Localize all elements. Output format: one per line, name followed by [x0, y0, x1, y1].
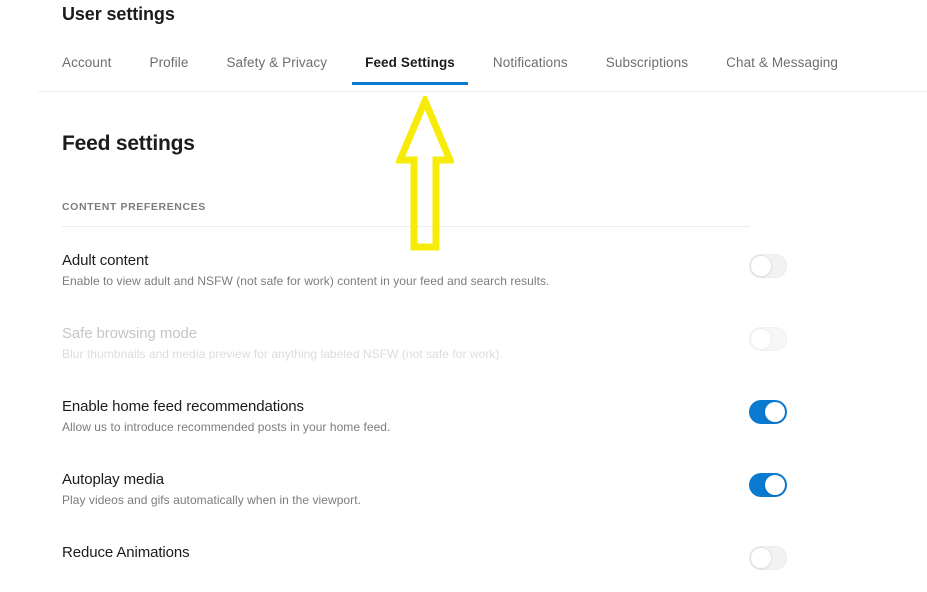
settings-panel: Feed settings CONTENT PREFERENCES Adult …	[62, 92, 862, 592]
setting-row-adult-content: Adult content Enable to view adult and N…	[62, 252, 787, 300]
setting-title: Safe browsing mode	[62, 325, 197, 342]
setting-row-home-feed-recommendations: Enable home feed recommendations Allow u…	[62, 398, 787, 446]
setting-description: Allow us to introduce recommended posts …	[62, 420, 391, 434]
toggle-autoplay-media[interactable]	[749, 473, 787, 497]
tab-account[interactable]: Account	[62, 52, 111, 85]
setting-title: Autoplay media	[62, 471, 164, 488]
toggle-knob	[751, 329, 771, 349]
section-label-content-preferences: CONTENT PREFERENCES	[62, 201, 206, 213]
setting-text: Safe browsing mode Blur thumbnails and m…	[62, 325, 682, 361]
setting-description: Blur thumbnails and media preview for an…	[62, 347, 503, 361]
setting-title: Reduce Animations	[62, 544, 190, 561]
tab-chat-messaging[interactable]: Chat & Messaging	[726, 52, 838, 85]
tab-subscriptions[interactable]: Subscriptions	[606, 52, 688, 85]
page-title: User settings	[62, 4, 175, 24]
setting-text: Enable home feed recommendations Allow u…	[62, 398, 682, 434]
setting-row-reduce-animations: Reduce Animations	[62, 544, 787, 592]
toggle-home-feed-recommendations[interactable]	[749, 400, 787, 424]
tab-list: Account Profile Safety & Privacy Feed Se…	[62, 52, 876, 92]
tab-bar: Account Profile Safety & Privacy Feed Se…	[38, 52, 927, 92]
toggle-reduce-animations[interactable]	[749, 546, 787, 570]
setting-row-safe-browsing-mode: Safe browsing mode Blur thumbnails and m…	[62, 325, 787, 373]
toggle-adult-content[interactable]	[749, 254, 787, 278]
setting-text: Autoplay media Play videos and gifs auto…	[62, 471, 682, 507]
tab-safety-privacy[interactable]: Safety & Privacy	[226, 52, 327, 85]
toggle-knob	[765, 475, 785, 495]
toggle-safe-browsing-mode[interactable]	[749, 327, 787, 351]
tab-notifications[interactable]: Notifications	[493, 52, 568, 85]
setting-description: Play videos and gifs automatically when …	[62, 493, 361, 507]
toggle-knob	[765, 402, 785, 422]
setting-description: Enable to view adult and NSFW (not safe …	[62, 274, 550, 288]
tab-feed-settings[interactable]: Feed Settings	[352, 52, 468, 85]
setting-row-autoplay-media: Autoplay media Play videos and gifs auto…	[62, 471, 787, 519]
setting-text: Adult content Enable to view adult and N…	[62, 252, 682, 288]
toggle-knob	[751, 256, 771, 276]
setting-title: Adult content	[62, 252, 149, 269]
section-heading: Feed settings	[62, 132, 195, 155]
setting-title: Enable home feed recommendations	[62, 398, 304, 415]
toggle-knob	[751, 548, 771, 568]
section-divider	[62, 226, 750, 227]
tab-profile[interactable]: Profile	[149, 52, 188, 85]
setting-text: Reduce Animations	[62, 544, 682, 561]
